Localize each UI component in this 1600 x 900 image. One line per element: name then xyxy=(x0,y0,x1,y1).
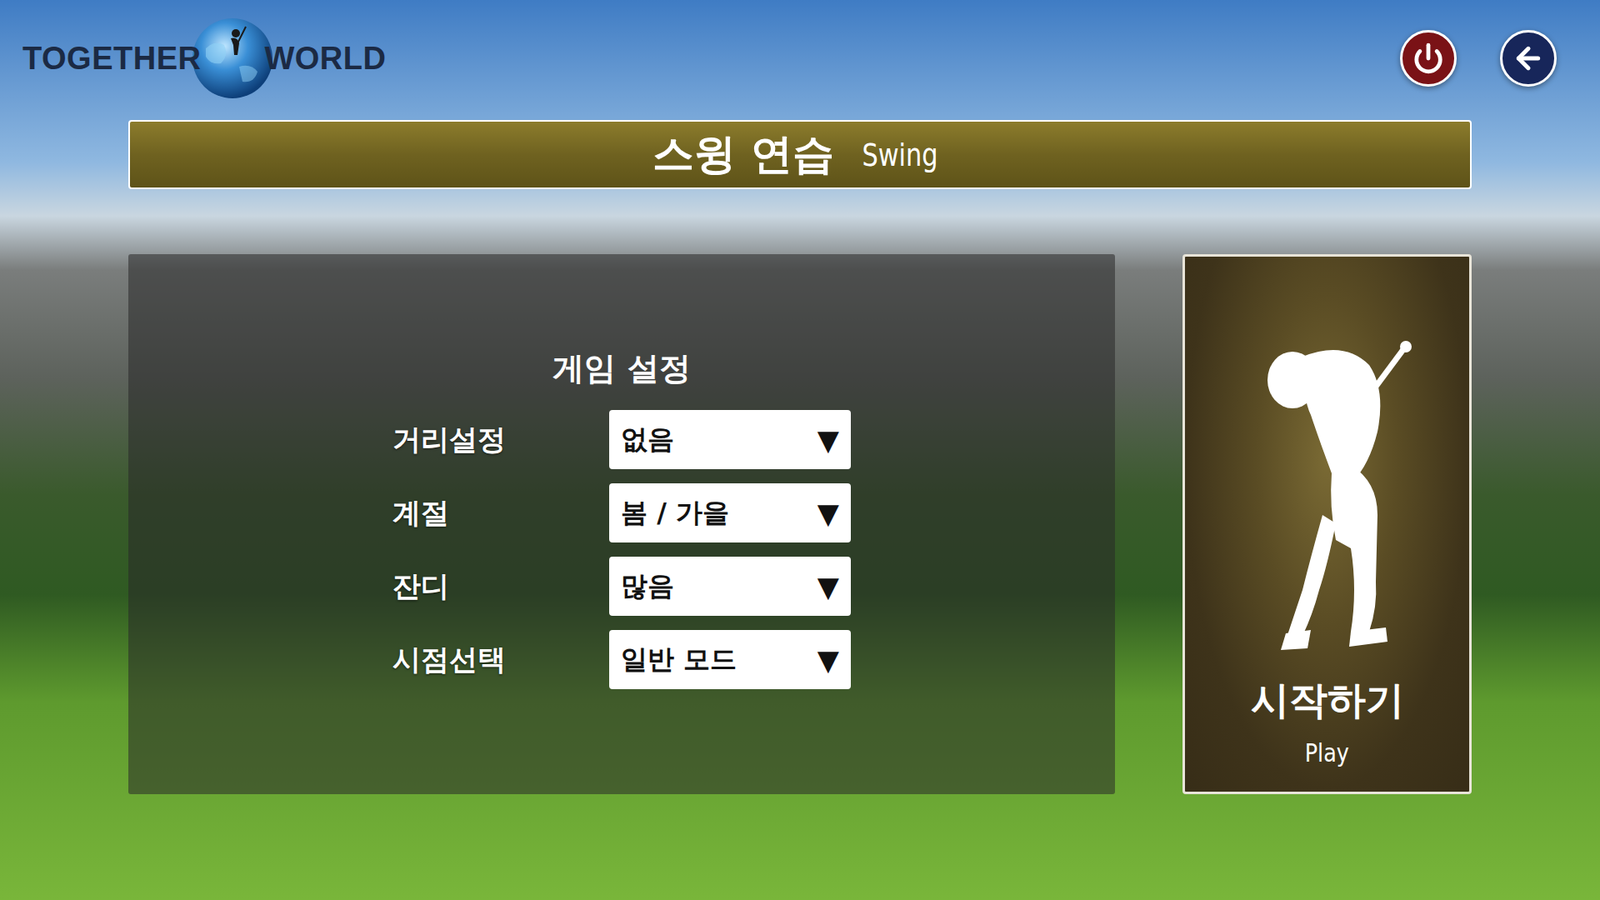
setting-label: 잔디 xyxy=(392,567,610,606)
globe-icon xyxy=(189,15,276,102)
setting-dropdown[interactable]: 봄 / 가을 ▼ xyxy=(609,483,851,543)
setting-label: 시점선택 xyxy=(392,640,610,680)
setting-dropdown[interactable]: 많음 ▼ xyxy=(609,556,851,616)
dropdown-value: 일반 모드 xyxy=(620,641,737,679)
play-label: 시작하기 xyxy=(1250,675,1405,727)
title-korean: 스윙 연습 xyxy=(652,126,834,183)
setting-dropdown[interactable]: 일반 모드 ▼ xyxy=(609,630,851,690)
header-buttons xyxy=(1400,30,1557,87)
dropdown-arrow: ▼ xyxy=(817,496,840,530)
dropdown-value: 없음 xyxy=(620,421,675,459)
header: TOGETHER WORLD xyxy=(0,0,1600,102)
setting-label: 거리설정 xyxy=(392,420,610,460)
logo-globe xyxy=(189,15,276,102)
setting-label: 계절 xyxy=(392,494,610,533)
back-button[interactable] xyxy=(1500,30,1557,87)
logo-word: WORLD xyxy=(264,40,386,77)
play-button[interactable]: 시작하기 Play xyxy=(1182,254,1472,795)
setting-dropdown[interactable]: 없음 ▼ xyxy=(609,410,851,470)
settings-grid: 거리설정 없음 ▼ 계절 봄 / 가을 ▼ 잔디 많음 ▼ 시점선택 일반 모드 ▼ xyxy=(392,410,851,690)
golfer-icon xyxy=(1252,340,1420,657)
power-button[interactable] xyxy=(1400,30,1457,87)
power-icon xyxy=(1412,42,1445,75)
settings-panel: 게임 설정거리설정 없음 ▼ 계절 봄 / 가을 ▼ 잔디 많음 ▼ 시점선택 일반 모드 ▼ xyxy=(128,254,1115,795)
logo: TOGETHER WORLD xyxy=(22,15,386,102)
golf-menu-screen: TOGETHERWORLD스윙 연습Swing게임 설정거리설정없음▼계절봄 /… xyxy=(0,0,1600,900)
settings-heading: 게임 설정 xyxy=(552,347,690,390)
content-row: 게임 설정거리설정 없음 ▼ 계절 봄 / 가을 ▼ 잔디 많음 ▼ 시점선택 일반 모드 ▼ 시작하기… xyxy=(128,254,1472,795)
dropdown-arrow: ▼ xyxy=(817,423,840,457)
golfer xyxy=(1252,340,1420,657)
title-english: Swing xyxy=(861,136,938,174)
arrow-left-icon xyxy=(1511,41,1545,75)
dropdown-arrow: ▼ xyxy=(817,643,840,677)
title-bar: 스윙 연습 Swing xyxy=(128,120,1472,190)
play-sublabel: Play xyxy=(1305,738,1350,768)
logo-word: TOGETHER xyxy=(22,40,201,77)
dropdown-value: 봄 / 가을 xyxy=(620,495,730,532)
dropdown-arrow: ▼ xyxy=(817,570,840,604)
main: 스윙 연습 Swing 게임 설정거리설정 없음 ▼ 계절 봄 / 가을 ▼ 잔디 많음 ▼ 시점선택… xyxy=(0,101,1600,795)
dropdown-value: 많음 xyxy=(620,568,675,605)
